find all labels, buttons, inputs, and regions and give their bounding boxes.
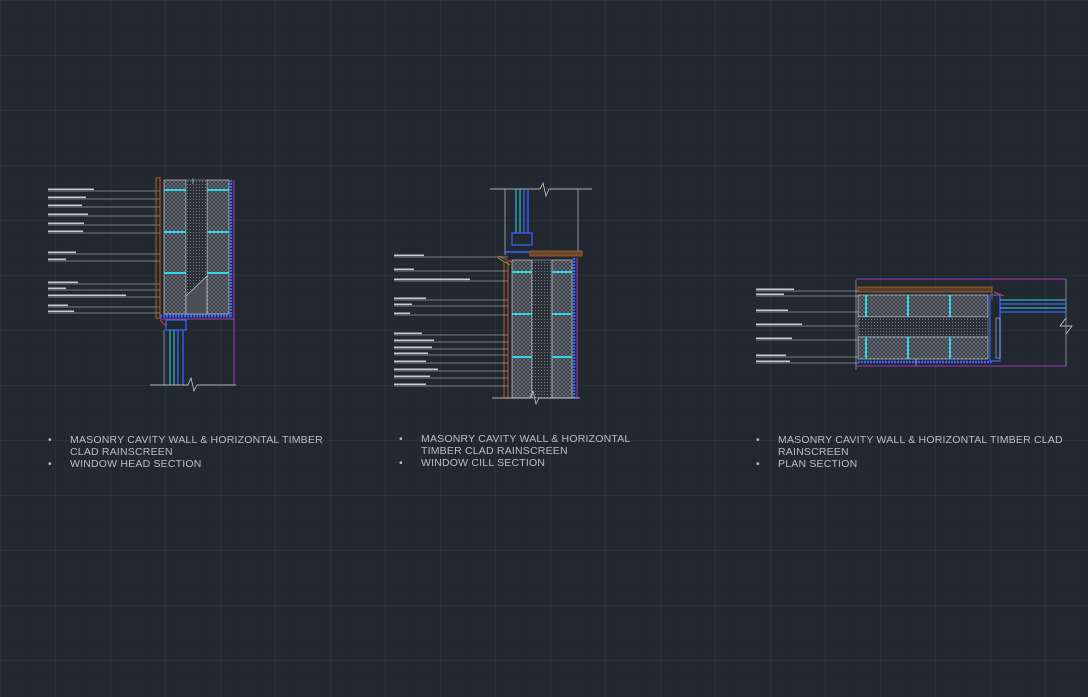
head-inner-leaf (206, 179, 230, 315)
caption-head-title: MASONRY CAVITY WALL & HORIZONTAL TIMBER … (70, 434, 323, 458)
caption-cill-title: MASONRY CAVITY WALL & HORIZONTAL TIMBER … (421, 433, 631, 457)
caption-window-head: • MASONRY CAVITY WALL & HORIZONTAL TIMBE… (48, 434, 348, 470)
cad-drawing-canvas[interactable] (0, 0, 1088, 697)
bullet-icon: • (399, 457, 403, 469)
bullet-icon: • (756, 434, 760, 446)
head-outer-leaf (163, 179, 187, 315)
caption-cill-line-1: • MASONRY CAVITY WALL & HORIZONTAL TIMBE… (399, 433, 659, 457)
caption-head-line-2: • WINDOW HEAD SECTION (48, 458, 348, 470)
plan-cladding (857, 286, 993, 293)
caption-plan-title: MASONRY CAVITY WALL & HORIZONTAL TIMBER … (778, 434, 1063, 458)
caption-head-line-1: • MASONRY CAVITY WALL & HORIZONTAL TIMBE… (48, 434, 348, 458)
bullet-icon: • (48, 434, 52, 446)
cill-outer-leaf (511, 259, 533, 399)
caption-cill-subtitle: WINDOW CILL SECTION (421, 457, 546, 469)
caption-plan-line-2: • PLAN SECTION (756, 458, 1066, 470)
caption-plan-subtitle: PLAN SECTION (778, 458, 858, 470)
plan-cavity-insulation (857, 316, 989, 338)
plan-outer-leaf (857, 294, 989, 318)
cill-cavity-insulation (531, 259, 553, 399)
caption-plan-line-1: • MASONRY CAVITY WALL & HORIZONTAL TIMBE… (756, 434, 1066, 458)
cill-inner-leaf (551, 259, 573, 399)
caption-window-cill: • MASONRY CAVITY WALL & HORIZONTAL TIMBE… (399, 433, 659, 469)
plan-inner-leaf (857, 336, 989, 360)
bullet-icon: • (48, 458, 52, 470)
bullet-icon: • (756, 458, 760, 470)
bullet-icon: • (399, 433, 403, 445)
caption-head-subtitle: WINDOW HEAD SECTION (70, 458, 202, 470)
caption-cill-line-2: • WINDOW CILL SECTION (399, 457, 659, 469)
cill-window-board (529, 250, 583, 257)
caption-plan-section: • MASONRY CAVITY WALL & HORIZONTAL TIMBE… (756, 434, 1066, 470)
